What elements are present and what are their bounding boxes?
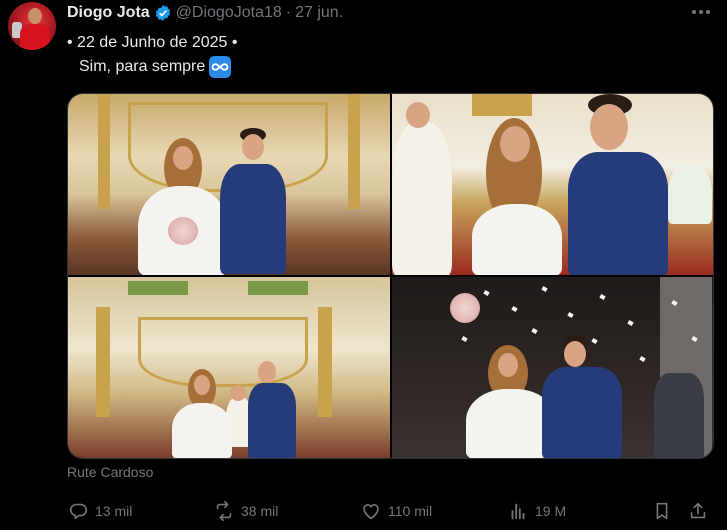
views-button[interactable]: 19 M bbox=[507, 500, 566, 522]
flower-garland bbox=[128, 281, 188, 295]
confetti bbox=[530, 328, 538, 334]
author-name[interactable]: Diogo Jota bbox=[67, 4, 150, 22]
gold-column bbox=[98, 94, 110, 209]
groom-suit bbox=[220, 164, 286, 274]
wedding-dress bbox=[471, 204, 562, 275]
confetti bbox=[638, 356, 646, 362]
reply-count: 13 mil bbox=[95, 503, 133, 519]
priest-robe bbox=[391, 122, 452, 275]
wedding-dress bbox=[172, 403, 232, 458]
like-count: 110 mil bbox=[388, 503, 433, 519]
bookmark-button[interactable] bbox=[651, 500, 673, 522]
confetti bbox=[590, 338, 598, 344]
tweet-text-line2: Sim, para sempre bbox=[79, 58, 206, 75]
gold-ornament bbox=[471, 94, 532, 116]
photo-couple-with-child-at-altar[interactable] bbox=[68, 277, 390, 458]
retweet-button[interactable]: 38 mil bbox=[213, 500, 278, 522]
altar-arch bbox=[138, 317, 308, 387]
groom-suit bbox=[541, 367, 622, 458]
bride-face bbox=[499, 126, 530, 162]
views-chart-icon bbox=[511, 503, 525, 520]
confetti bbox=[510, 306, 518, 312]
views-count: 19 M bbox=[535, 503, 567, 519]
tweet-text: • 22 de Junho de 2025 • Sim, para sempre bbox=[67, 31, 237, 79]
separator-dot: · bbox=[285, 4, 292, 21]
verified-badge-icon bbox=[155, 5, 170, 21]
flower-garland bbox=[248, 281, 308, 295]
photo-couple-leaving-church-confetti[interactable] bbox=[391, 277, 713, 458]
guest bbox=[653, 373, 704, 458]
bouquet bbox=[449, 293, 480, 323]
confetti bbox=[626, 320, 634, 326]
share-button[interactable] bbox=[687, 500, 709, 522]
flower-arrangement bbox=[667, 164, 712, 224]
confetti bbox=[460, 336, 468, 342]
reply-button[interactable]: 13 mil bbox=[67, 500, 132, 522]
heart-icon bbox=[363, 504, 379, 520]
photo-couple-showing-rings[interactable] bbox=[391, 94, 713, 275]
tweet-actions-bar: 13 mil 38 mil 110 mil 19 M bbox=[67, 500, 714, 524]
photo-couple-at-altar[interactable] bbox=[68, 94, 390, 275]
gold-candlestick bbox=[96, 307, 110, 417]
tweet-date[interactable]: 27 jun. bbox=[295, 4, 343, 22]
bookmark-icon bbox=[656, 502, 668, 520]
groom-face bbox=[589, 104, 628, 150]
groom-face bbox=[258, 361, 276, 383]
avatar-head bbox=[28, 8, 42, 24]
tweet-header: Diogo Jota @DiogoJota18 · 27 jun. bbox=[67, 4, 343, 22]
gold-candlestick bbox=[318, 307, 332, 417]
priest-face bbox=[405, 102, 430, 128]
share-icon bbox=[690, 502, 706, 519]
groom-face bbox=[242, 134, 264, 160]
media-grid bbox=[67, 93, 714, 459]
avatar-shirt bbox=[20, 24, 50, 50]
groom-face bbox=[563, 341, 586, 367]
infinity-icon bbox=[209, 56, 232, 78]
bride-face bbox=[497, 353, 518, 377]
gold-column bbox=[348, 94, 360, 209]
child-face bbox=[230, 385, 246, 401]
retweet-count: 38 mil bbox=[241, 503, 279, 519]
more-options-icon[interactable] bbox=[689, 4, 713, 20]
author-handle[interactable]: @DiogoJota18 bbox=[176, 4, 282, 22]
groom-suit bbox=[248, 383, 296, 458]
confetti bbox=[598, 294, 606, 300]
confetti bbox=[482, 290, 490, 296]
confetti bbox=[566, 312, 574, 318]
confetti bbox=[540, 286, 548, 292]
bouquet bbox=[168, 217, 198, 245]
reply-icon bbox=[69, 503, 87, 520]
bride-face bbox=[194, 375, 210, 395]
author-avatar[interactable] bbox=[8, 2, 56, 50]
tweet-text-line1: • 22 de Junho de 2025 • bbox=[67, 34, 238, 51]
like-button[interactable]: 110 mil bbox=[360, 500, 432, 522]
bride-face bbox=[173, 146, 193, 170]
groom-suit bbox=[567, 152, 668, 275]
retweet-icon bbox=[216, 501, 232, 521]
photo-credit: Rute Cardoso bbox=[67, 464, 154, 480]
